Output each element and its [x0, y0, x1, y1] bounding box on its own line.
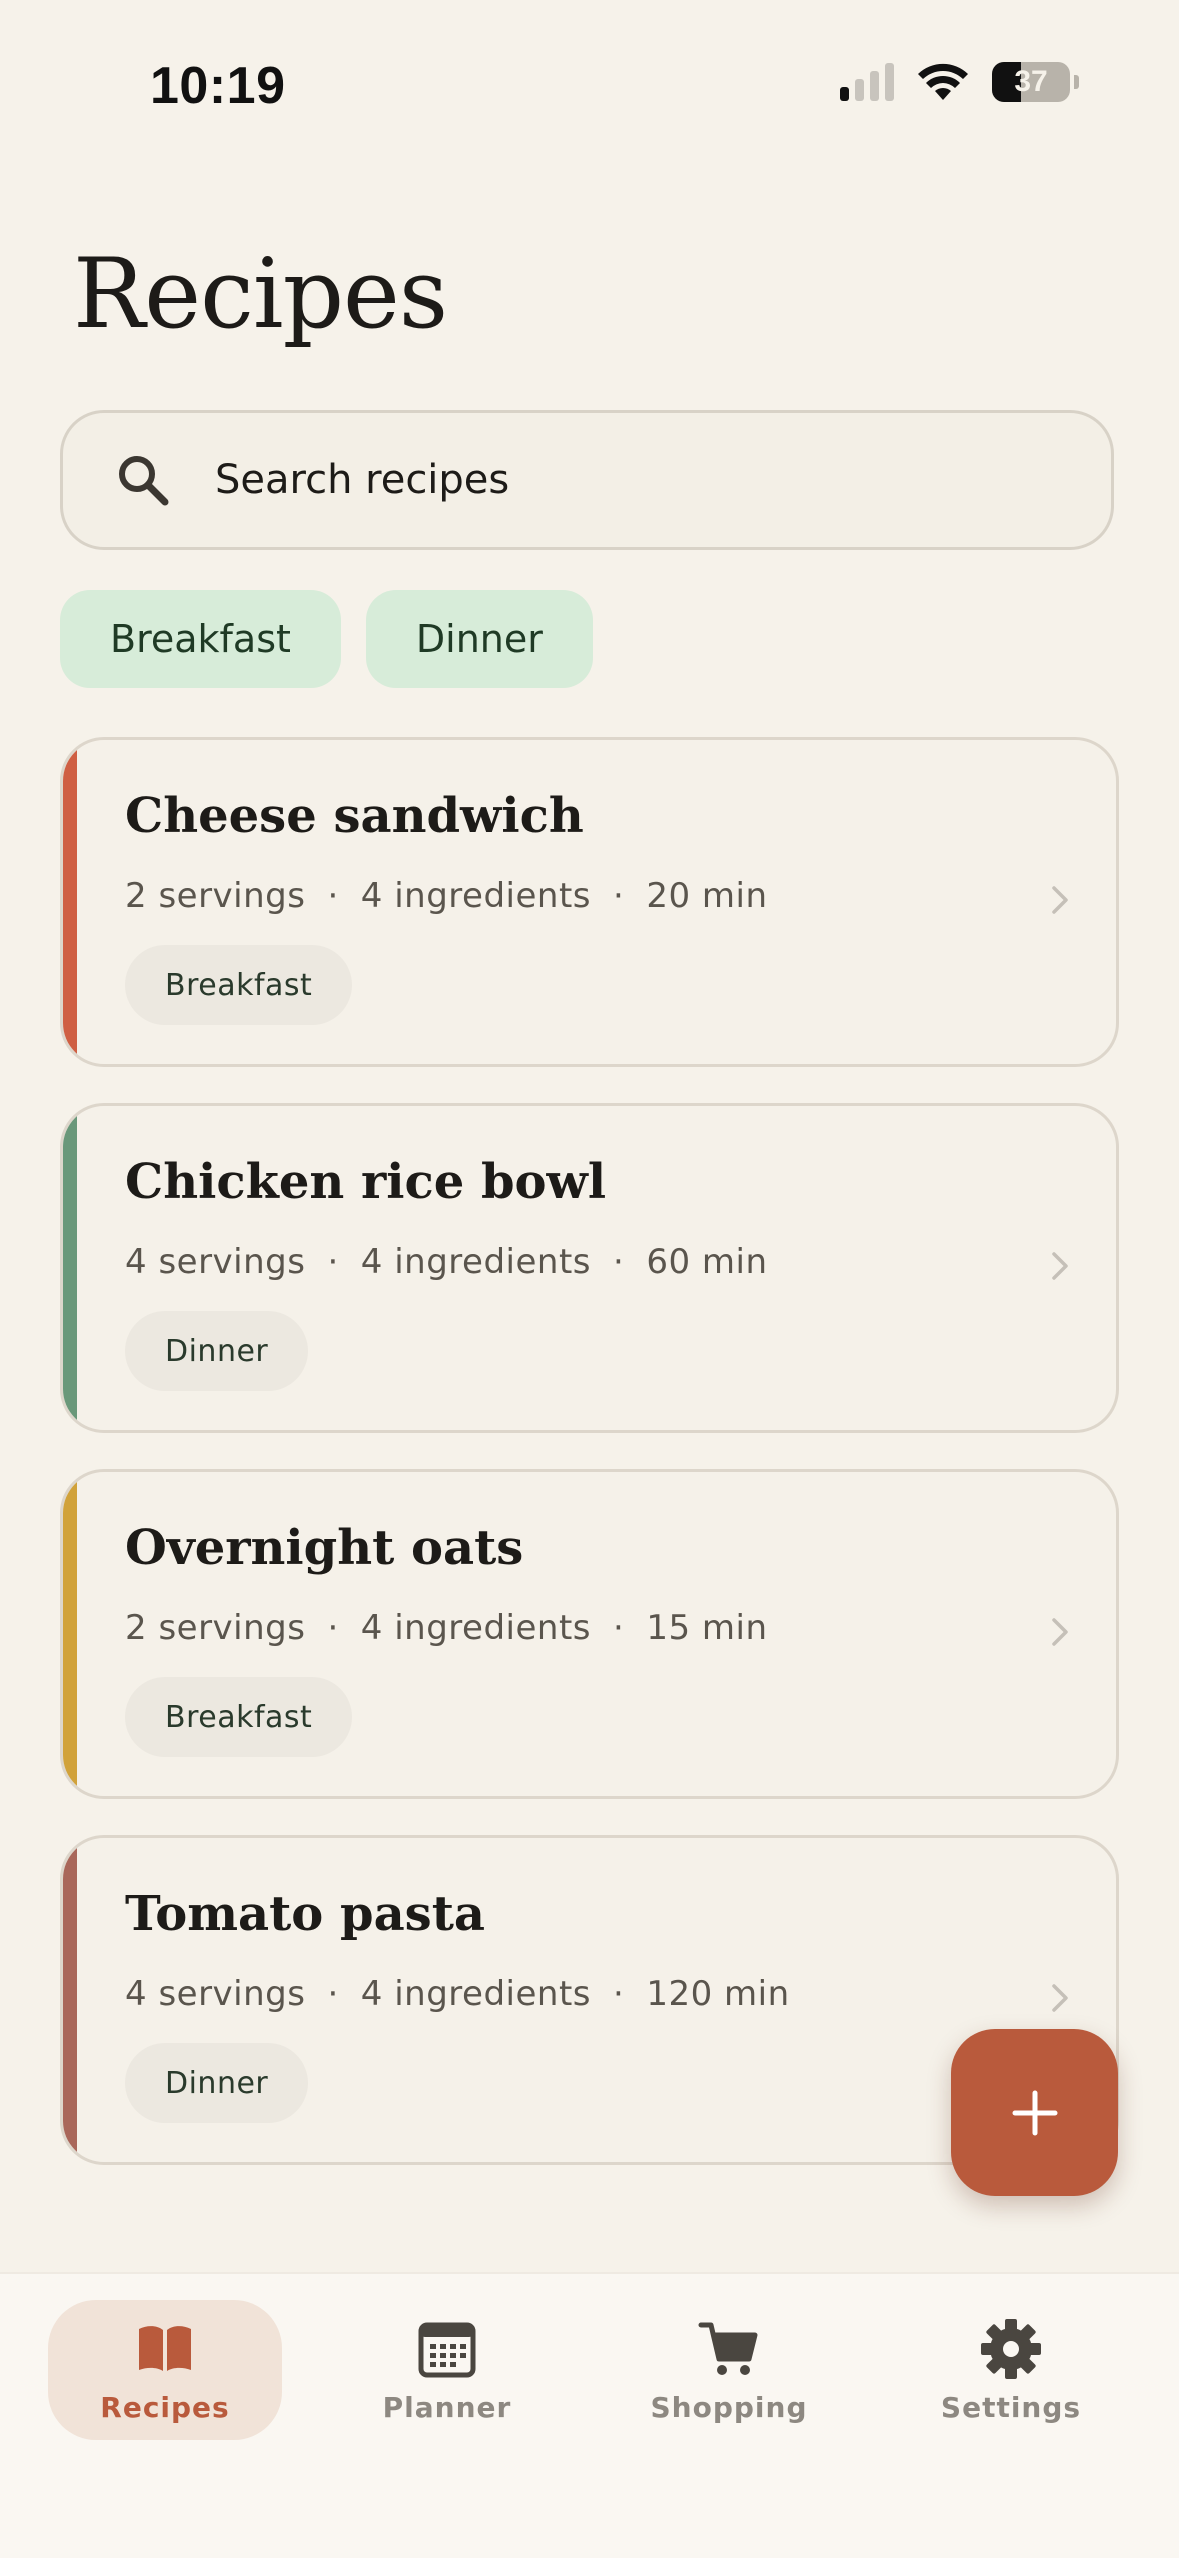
plus-icon — [1012, 2090, 1057, 2135]
filter-chip-label: Breakfast — [110, 617, 291, 661]
filter-chip-dinner[interactable]: Dinner — [365, 590, 593, 688]
meta-separator: · — [327, 876, 339, 916]
recipe-ingredients: 4 ingredients — [360, 1608, 591, 1648]
recipe-ingredients: 4 ingredients — [360, 876, 591, 916]
nav-label: Shopping — [650, 2390, 808, 2424]
search-icon — [119, 456, 169, 506]
book-icon — [139, 2325, 191, 2371]
recipe-meta: 2 servings · 4 ingredients · 15 min — [125, 1608, 768, 1648]
status-time: 10:19 — [150, 57, 286, 115]
recipe-card-chicken-rice-bowl[interactable]: Chicken rice bowl 4 servings · 4 ingredi… — [60, 1103, 1119, 1433]
meta-separator: · — [327, 1974, 339, 2014]
nav-item-recipes[interactable]: Recipes — [48, 2300, 282, 2440]
add-recipe-button[interactable] — [951, 2029, 1118, 2196]
meta-separator: · — [327, 1608, 339, 1648]
cellular-signal-icon — [840, 63, 894, 101]
cart-icon — [698, 2322, 758, 2375]
card-accent-bar — [63, 1472, 77, 1796]
chevron-right-icon — [1052, 1984, 1068, 2012]
meta-separator: · — [327, 1242, 339, 1282]
recipe-tag: Breakfast — [125, 945, 353, 1025]
recipe-title: Overnight oats — [125, 1520, 524, 1576]
nav-label: Settings — [940, 2390, 1082, 2424]
recipe-tag-label: Breakfast — [165, 967, 313, 1003]
battery-percent: 37 — [1014, 65, 1048, 98]
nav-item-settings[interactable]: Settings — [894, 2300, 1128, 2440]
recipe-card-overnight-oats[interactable]: Overnight oats 2 servings · 4 ingredient… — [60, 1469, 1119, 1799]
recipe-tag-label: Dinner — [165, 1333, 269, 1369]
filter-chip-label: Dinner — [415, 617, 543, 661]
recipe-meta: 2 servings · 4 ingredients · 20 min — [125, 876, 768, 916]
recipe-card-cheese-sandwich[interactable]: Cheese sandwich 2 servings · 4 ingredien… — [60, 737, 1119, 1067]
recipe-time: 20 min — [646, 876, 768, 916]
meta-separator: · — [613, 876, 625, 916]
card-accent-bar — [63, 1106, 77, 1430]
recipe-tag: Dinner — [125, 1311, 309, 1391]
search-input[interactable] — [213, 456, 1017, 504]
filter-chips: Breakfast Dinner — [60, 590, 593, 688]
meta-separator: · — [613, 1974, 625, 2014]
recipe-title: Tomato pasta — [125, 1886, 485, 1942]
card-accent-bar — [63, 1838, 77, 2162]
status-icons: 37 — [840, 62, 1079, 102]
recipe-ingredients: 4 ingredients — [360, 1974, 591, 2014]
nav-label: Planner — [382, 2390, 512, 2424]
recipe-time: 60 min — [646, 1242, 768, 1282]
recipe-servings: 2 servings — [125, 1608, 306, 1648]
nav-item-planner[interactable]: Planner — [330, 2300, 564, 2440]
recipe-meta: 4 servings · 4 ingredients · 120 min — [125, 1974, 790, 2014]
meta-separator: · — [613, 1242, 625, 1282]
recipe-list: Cheese sandwich 2 servings · 4 ingredien… — [60, 737, 1119, 2201]
status-bar: 10:19 37 — [0, 0, 1179, 160]
meta-separator: · — [613, 1608, 625, 1648]
recipe-tag: Dinner — [125, 2043, 309, 2123]
search-bar[interactable] — [60, 410, 1114, 550]
recipe-servings: 4 servings — [125, 1974, 306, 2014]
chevron-right-icon — [1052, 1618, 1068, 1646]
recipe-title: Cheese sandwich — [125, 788, 584, 844]
recipe-tag: Breakfast — [125, 1677, 353, 1757]
recipe-servings: 2 servings — [125, 876, 306, 916]
recipe-meta: 4 servings · 4 ingredients · 60 min — [125, 1242, 768, 1282]
wifi-icon — [918, 63, 968, 100]
nav-item-shopping[interactable]: Shopping — [612, 2300, 846, 2440]
recipe-servings: 4 servings — [125, 1242, 306, 1282]
bottom-nav: Recipes Planner Shopping Settings — [0, 2272, 1179, 2558]
battery-icon: 37 — [992, 62, 1070, 102]
gear-icon — [981, 2318, 1041, 2379]
recipe-title: Chicken rice bowl — [125, 1154, 607, 1210]
page-title: Recipes — [73, 238, 448, 350]
filter-chip-breakfast[interactable]: Breakfast — [60, 590, 341, 688]
recipe-tag-label: Dinner — [165, 2065, 269, 2101]
nav-label: Recipes — [100, 2390, 230, 2424]
chevron-right-icon — [1052, 886, 1068, 914]
recipe-time: 120 min — [646, 1974, 790, 2014]
recipe-time: 15 min — [646, 1608, 768, 1648]
calendar-icon — [418, 2322, 476, 2377]
card-accent-bar — [63, 740, 77, 1064]
recipe-tag-label: Breakfast — [165, 1699, 313, 1735]
recipe-ingredients: 4 ingredients — [360, 1242, 591, 1282]
chevron-right-icon — [1052, 1252, 1068, 1280]
